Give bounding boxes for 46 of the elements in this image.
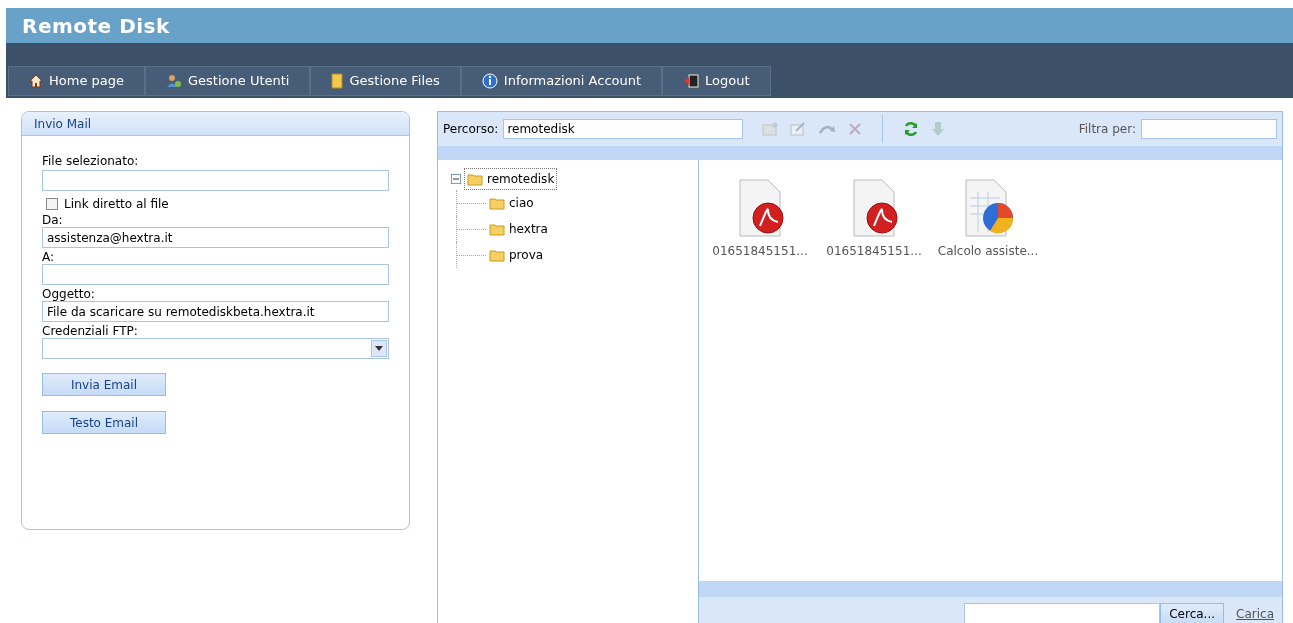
refresh-icon[interactable] (903, 121, 920, 137)
tree-item[interactable]: prova (486, 245, 547, 265)
checkbox[interactable] (46, 198, 58, 210)
house-icon (29, 74, 43, 88)
field-label: Credenziali FTP: (42, 324, 139, 338)
folder-icon (467, 172, 483, 186)
folder-icon (489, 222, 505, 236)
browse-button[interactable]: Cerca... (1160, 602, 1225, 623)
panel-title: Invio Mail (34, 115, 92, 133)
field-label: File selezionato: (42, 154, 140, 168)
field-label: A: (42, 250, 56, 264)
file-item[interactable]: Calcolo assiste... (933, 178, 1043, 260)
field-label: Oggetto: (42, 287, 96, 301)
filter-label: Filtra per: (1078, 121, 1136, 138)
nav-tab[interactable]: Home page (8, 66, 145, 96)
users-icon (166, 74, 182, 88)
exit-door-icon (683, 74, 700, 88)
collapse-toggle-icon[interactable] (451, 174, 461, 184)
filter-field[interactable] (1141, 119, 1277, 139)
checkbox-label: Link diretto al file (64, 197, 169, 211)
path-label: Percorso: (443, 121, 499, 138)
file-item[interactable]: 01651845151... (819, 178, 929, 260)
nav-tab[interactable]: Gestione Files (310, 66, 461, 96)
field-label: Da: (42, 213, 64, 227)
input-field[interactable] (42, 264, 389, 285)
dropdown-field[interactable] (42, 338, 389, 359)
app-title: Remote Disk (22, 12, 170, 40)
tree-item[interactable]: ciao (486, 193, 537, 213)
tree-item[interactable]: remotedisk (464, 168, 558, 190)
folder-icon (331, 73, 344, 89)
nav-tab[interactable]: Gestione Utenti (145, 66, 311, 96)
nav-tab[interactable]: Logout (662, 66, 771, 96)
input-field[interactable]: File da scaricare su remotediskbeta.hextra.it (42, 301, 389, 322)
path-field[interactable]: remotedisk (503, 119, 744, 139)
info-icon (481, 73, 498, 89)
upload-file-field[interactable] (964, 602, 1161, 623)
email-button[interactable]: Invia Email (42, 373, 166, 396)
input-field[interactable]: assistenza@hextra.it (42, 227, 389, 248)
folder-icon (489, 196, 505, 210)
email-button[interactable]: Testo Email (42, 411, 166, 434)
file-item[interactable]: 01651845151... (705, 178, 815, 260)
nav-tab[interactable]: Informazioni Account (460, 66, 663, 96)
folder-icon (489, 248, 505, 262)
input-field[interactable] (42, 170, 389, 191)
tree-item[interactable]: hextra (486, 219, 551, 239)
upload-link[interactable]: Carica (1236, 604, 1274, 623)
